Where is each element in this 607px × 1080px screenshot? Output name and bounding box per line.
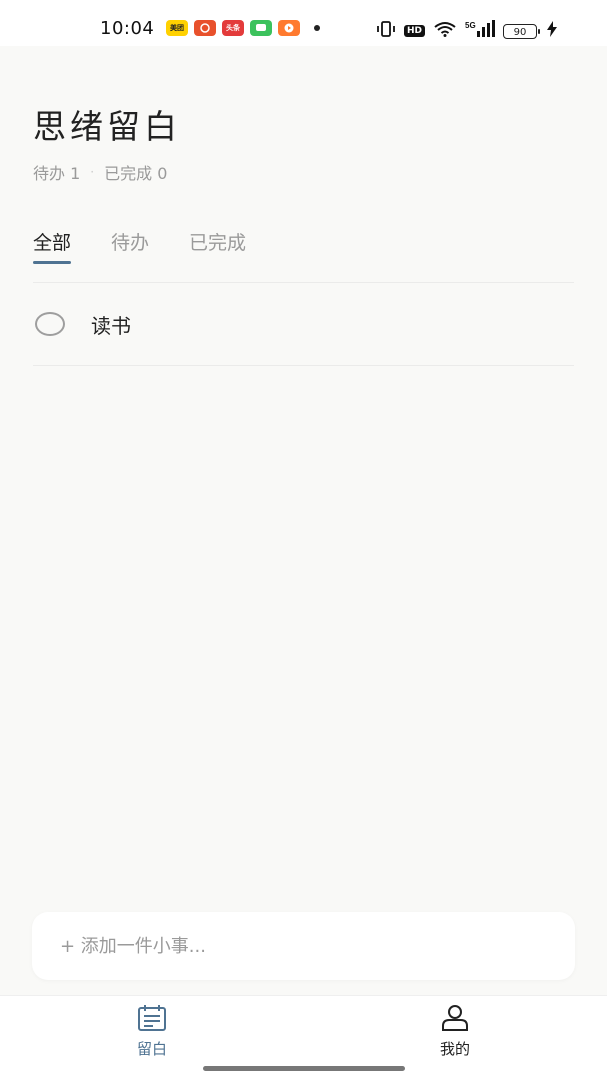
nav-item-profile[interactable]: 我的 (415, 1004, 495, 1059)
stats-separator: · (90, 165, 95, 179)
done-count: 已完成 0 (104, 164, 168, 183)
vibrate-icon (376, 21, 396, 41)
hd-badge: HD (403, 25, 425, 37)
meituan-icon: 美团 (166, 20, 188, 36)
signal-icon: 5G (465, 20, 495, 42)
add-task-box (32, 912, 575, 980)
video-icon (278, 20, 300, 36)
nav-item-home[interactable]: 留白 (112, 1004, 192, 1059)
status-indicators: HD 5G 90 (376, 20, 557, 42)
task-stats: 待办 1 · 已完成 0 (33, 160, 167, 184)
more-notifications-dot (314, 25, 320, 31)
user-icon (440, 1004, 470, 1034)
todo-text: 读书 (91, 313, 131, 338)
tab-all[interactable]: 全部 (33, 228, 72, 264)
add-task-input[interactable] (32, 912, 575, 980)
filter-tabs: 全部 待办 已完成 (33, 228, 246, 264)
toutiao-icon: 头条 (222, 20, 244, 36)
charging-icon (547, 21, 557, 41)
nav-label-profile: 我的 (439, 1040, 470, 1058)
tab-completed[interactable]: 已完成 (189, 228, 246, 264)
tab-pending[interactable]: 待办 (111, 228, 149, 264)
pinduoduo-icon (194, 20, 216, 36)
nav-label-home: 留白 (136, 1040, 167, 1058)
notification-icons: 美团 头条 (166, 20, 320, 36)
svg-text:5G: 5G (465, 21, 476, 30)
status-bar: 10:04 美团 头条 HD 5G 90 (0, 0, 607, 46)
status-time: 10:04 (100, 18, 155, 39)
pending-count: 待办 1 (33, 164, 81, 183)
notepad-icon (137, 1004, 167, 1034)
wifi-icon (433, 21, 457, 41)
page-title: 思绪留白 (33, 107, 181, 146)
todo-item[interactable]: 读书 (33, 283, 574, 366)
battery-indicator: 90 (503, 23, 540, 39)
todo-checkbox[interactable] (35, 312, 65, 336)
messages-icon (250, 20, 272, 36)
home-indicator[interactable] (203, 1066, 405, 1071)
